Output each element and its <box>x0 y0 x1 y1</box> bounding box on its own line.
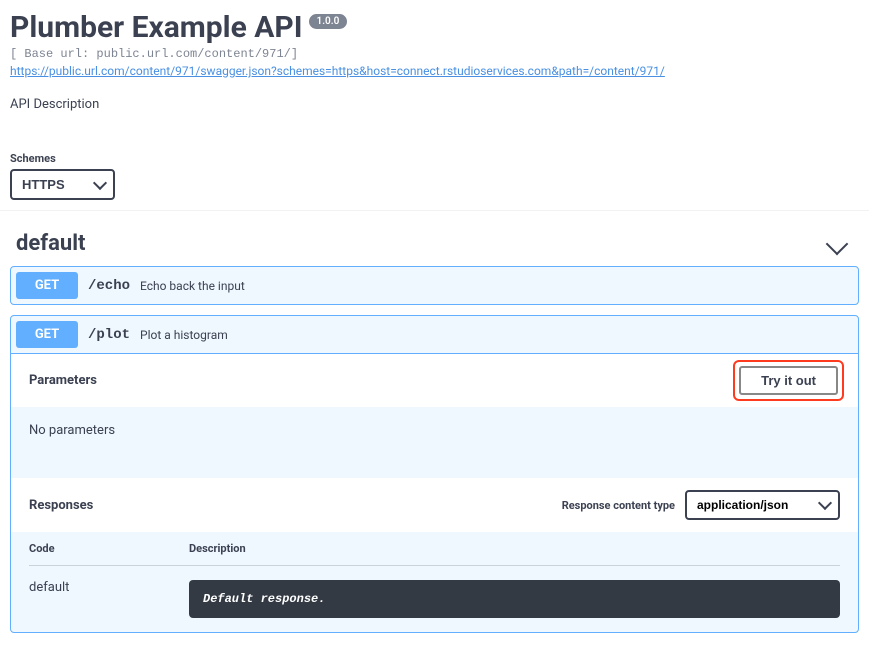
responses-bar: Responses Response content type applicat… <box>11 478 858 532</box>
try-highlight: Try it out <box>737 364 840 397</box>
table-row: default Default response. <box>29 566 840 618</box>
try-it-out-button[interactable]: Try it out <box>739 366 838 395</box>
base-url: [ Base url: public.url.com/content/971/] <box>10 47 859 61</box>
version-badge: 1.0.0 <box>309 14 348 29</box>
schemes-section: Schemes HTTPS <box>0 142 869 211</box>
swagger-ui: Plumber Example API 1.0.0 [ Base url: pu… <box>0 0 869 653</box>
col-header-code: Code <box>29 542 189 555</box>
parameters-bar: Parameters Try it out <box>11 354 858 407</box>
responses-label: Responses <box>29 498 93 513</box>
response-content-type-label: Response content type <box>562 499 675 512</box>
opblock-summary-echo[interactable]: GET /echo Echo back the input <box>11 267 858 304</box>
spec-link[interactable]: https://public.url.com/content/971/swagg… <box>10 64 665 78</box>
opblock-echo: GET /echo Echo back the input <box>10 266 859 305</box>
tag-header[interactable]: default <box>10 221 859 266</box>
opblock-plot: GET /plot Plot a histogram Parameters Tr… <box>10 315 859 633</box>
op-path: /plot <box>88 327 130 343</box>
op-path: /echo <box>88 278 130 294</box>
tag-name: default <box>16 231 86 256</box>
response-description: Default response. <box>189 580 840 618</box>
response-content-type-select[interactable]: application/json <box>685 490 840 520</box>
schemes-label: Schemes <box>10 152 859 165</box>
chevron-down-icon <box>826 232 849 255</box>
responses-table: Code Description default Default respons… <box>11 532 858 632</box>
response-code: default <box>29 580 189 595</box>
col-header-description: Description <box>189 542 840 555</box>
parameters-body: No parameters <box>11 407 858 478</box>
opblock-body: Parameters Try it out No parameters Resp… <box>11 353 858 632</box>
api-header: Plumber Example API 1.0.0 [ Base url: pu… <box>0 0 869 112</box>
schemes-select[interactable]: HTTPS <box>10 169 115 200</box>
parameters-label: Parameters <box>29 373 97 388</box>
method-badge-get: GET <box>16 321 78 348</box>
op-desc: Echo back the input <box>140 279 245 293</box>
api-title: Plumber Example API <box>10 10 303 45</box>
method-badge-get: GET <box>16 272 78 299</box>
opblock-summary-plot[interactable]: GET /plot Plot a histogram <box>11 316 858 353</box>
api-description: API Description <box>10 97 859 112</box>
op-desc: Plot a histogram <box>140 328 228 342</box>
tag-section: default GET /echo Echo back the input GE… <box>0 221 869 653</box>
